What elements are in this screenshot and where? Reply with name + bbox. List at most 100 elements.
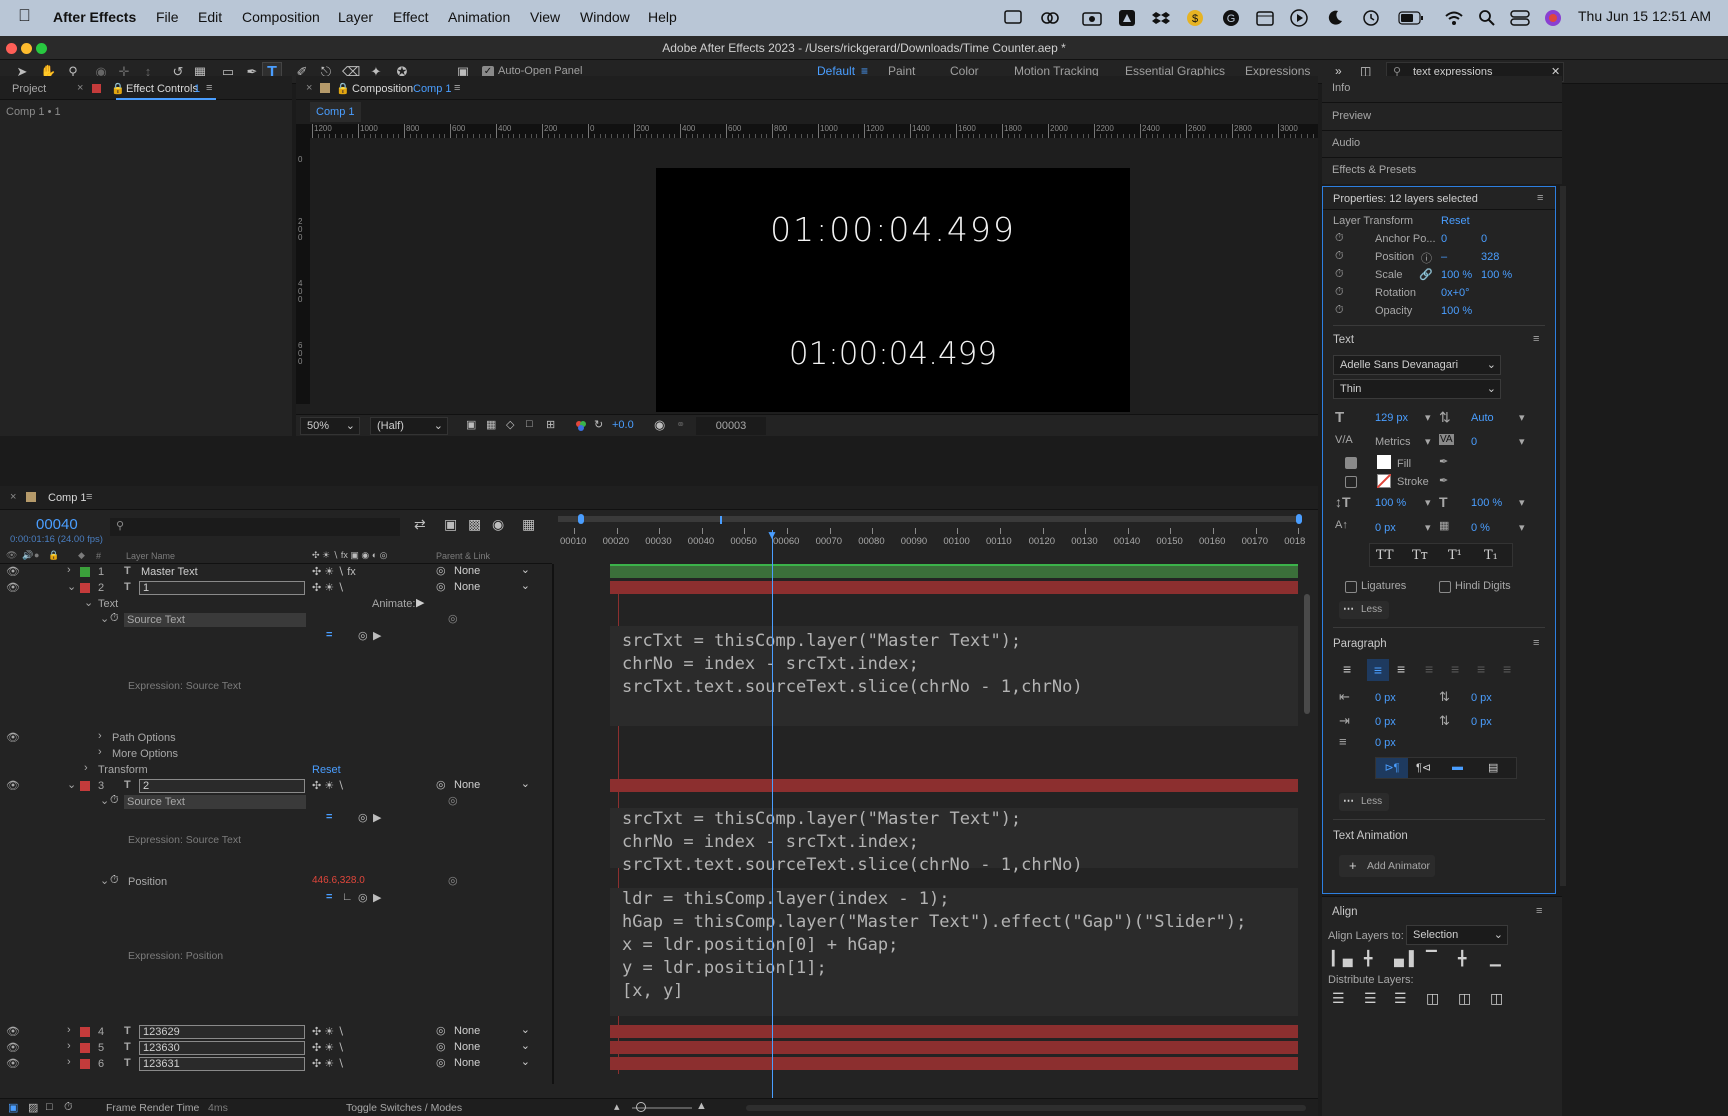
leading-value[interactable]: Auto — [1471, 412, 1494, 424]
chevron-down-icon[interactable]: ▾ — [1425, 496, 1431, 509]
baseline-shift-value[interactable]: 0 px — [1375, 522, 1396, 534]
source-text-label[interactable]: Source Text — [124, 613, 306, 627]
panel-menu-icon[interactable]: ≡ — [1537, 192, 1543, 204]
lock-icon[interactable]: 🔒 — [111, 82, 125, 95]
expression-enable-icon[interactable]: = — [326, 891, 332, 903]
frame-blending-icon[interactable]: ◉ — [492, 516, 504, 533]
time-ruler[interactable]: 00010 00020 00030 00040 00050 00060 00070 00080… — [554, 510, 1318, 564]
expression-enable-icon[interactable]: = — [326, 629, 332, 641]
graph-editor-icon[interactable]: ▦ — [522, 516, 535, 533]
menubar-clock[interactable]: Thu Jun 15 12:51 AM — [1578, 8, 1711, 24]
chevron-down-icon[interactable]: ▾ — [1519, 521, 1525, 534]
all-caps-button[interactable]: TT — [1376, 548, 1394, 563]
minimize-window-icon[interactable] — [21, 43, 32, 54]
parent-dropdown[interactable]: None ⌄ — [454, 1024, 530, 1039]
expand-chevron-icon[interactable]: › — [67, 1024, 71, 1036]
parent-dropdown[interactable]: None ⌄ — [454, 564, 530, 579]
layer-name[interactable]: 123631 — [139, 1057, 305, 1071]
close-tab-icon[interactable]: × — [77, 82, 83, 94]
font-style-dropdown[interactable]: Thin ⌄ — [1333, 379, 1501, 399]
layer-name-column-header[interactable]: Layer Name — [126, 551, 175, 561]
layer-label-swatch[interactable] — [80, 567, 90, 577]
composition-flowchart-icon[interactable]: ⇄ — [414, 516, 426, 533]
menu-effect[interactable]: Effect — [393, 9, 429, 25]
expression-graph-icon[interactable]: ∟ — [342, 891, 353, 903]
distribute-right-icon[interactable]: ◫ — [1490, 990, 1503, 1007]
superscript-button[interactable]: T¹ — [1448, 548, 1462, 563]
expression-pickwhip-icon[interactable]: ◎ — [358, 891, 368, 904]
siri-icon[interactable] — [1544, 9, 1562, 27]
eyedropper-icon[interactable]: ✒ — [1439, 474, 1448, 487]
menu-app-name[interactable]: After Effects — [53, 9, 136, 25]
justify-all-icon[interactable]: ≡ — [1503, 661, 1511, 677]
close-tab-icon[interactable]: × — [306, 82, 312, 94]
panel-info[interactable]: Info — [1332, 82, 1350, 94]
pickwhip-icon[interactable]: ◎ — [436, 580, 446, 593]
composer-icon[interactable]: ▬ — [1452, 761, 1463, 773]
chevron-down-icon[interactable]: ▾ — [1519, 435, 1525, 448]
layer-bar-1[interactable] — [610, 565, 1298, 578]
distribute-top-icon[interactable]: ☰ — [1332, 990, 1345, 1007]
toggle-in-out-icon[interactable]: □ — [46, 1101, 53, 1113]
transform-reset-link[interactable]: Reset — [312, 764, 341, 776]
font-family-dropdown[interactable]: Adelle Sans Devanagari ⌄ — [1333, 355, 1501, 375]
close-window-icon[interactable] — [6, 43, 17, 54]
stopwatch-icon[interactable]: ⏱ — [1335, 304, 1344, 317]
tab-composition[interactable]: Composition — [352, 83, 413, 95]
parent-dropdown[interactable]: None ⌄ — [454, 1056, 530, 1071]
expand-chevron-icon[interactable]: ⌄ — [84, 596, 93, 609]
work-area-start-handle[interactable] — [578, 514, 584, 524]
toggle-render-time-icon[interactable]: ⏱ — [64, 1101, 73, 1114]
layer-label-swatch[interactable] — [80, 1059, 90, 1069]
pickwhip-icon[interactable]: ◎ — [436, 564, 446, 577]
fill-checkbox[interactable] — [1345, 457, 1357, 469]
fast-preview-icon[interactable]: ▣ — [466, 418, 476, 431]
vertical-scale-value[interactable]: 100 % — [1375, 497, 1406, 509]
layer-label-swatch[interactable] — [80, 781, 90, 791]
expression-language-menu-icon[interactable]: ▶ — [373, 811, 381, 824]
stopwatch-icon[interactable]: ⏱ — [1335, 232, 1344, 245]
dropbox-icon[interactable] — [1152, 10, 1170, 26]
work-area-end-handle[interactable] — [1296, 514, 1302, 524]
align-left-edges-icon[interactable]: ▎▄ — [1332, 950, 1353, 967]
align-right-icon[interactable]: ≡ — [1397, 661, 1405, 677]
timeline-search-input[interactable]: ⚲ — [110, 518, 400, 536]
snapshot-camera-icon[interactable]: ◉ — [654, 417, 665, 433]
ltr-direction-icon[interactable]: ⊳¶ — [1376, 758, 1408, 778]
grid-guides-icon[interactable]: ⊞ — [546, 418, 555, 431]
expand-chevron-icon[interactable]: ⌄ — [100, 794, 109, 807]
parent-dropdown[interactable]: None ⌄ — [454, 580, 530, 595]
video-column-icon[interactable]: 👁 — [6, 550, 17, 561]
stopwatch-icon[interactable]: ⏱ — [110, 874, 119, 887]
zoom-out-icon[interactable]: ▴ — [614, 1100, 620, 1113]
layer-row-2[interactable]: 👁 ⌄ 2 T 1 ✣ ☀ ∖ ◎ None ⌄ — [0, 580, 608, 596]
draft-3d-icon[interactable]: ▣ — [444, 516, 457, 533]
channel-icon[interactable] — [574, 420, 588, 432]
pickwhip-icon[interactable]: ◎ — [448, 612, 458, 625]
panel-audio[interactable]: Audio — [1332, 137, 1360, 149]
fill-color-swatch[interactable] — [1377, 455, 1391, 469]
anchor-y-value[interactable]: 0 — [1481, 233, 1487, 245]
pickwhip-icon[interactable]: ◎ — [436, 1040, 446, 1053]
position-row[interactable]: ⌄ ⏱ Position 446.6,328.0 ◎ — [0, 874, 608, 890]
layer-row-5[interactable]: 👁 › 5 T 123630 ✣ ☀ ∖ ◎ None ⌄ — [0, 1040, 608, 1056]
opacity-value[interactable]: 100 % — [1441, 305, 1472, 317]
transform-reset-button[interactable]: Reset — [1441, 215, 1470, 227]
panel-menu-icon[interactable]: ≡ — [1533, 333, 1539, 345]
stopwatch-icon[interactable]: ⏱ — [1335, 250, 1344, 263]
panel-preview[interactable]: Preview — [1332, 110, 1371, 122]
layer-switches[interactable]: ✣ ☀ ∖ — [312, 581, 344, 594]
control-center-icon[interactable] — [1510, 9, 1530, 27]
composition-canvas[interactable]: 01:00:04.499 01:00:04.499 — [656, 168, 1130, 412]
rotation-value[interactable]: 0x+0° — [1441, 287, 1470, 299]
distribute-vcenter-icon[interactable]: ☰ — [1364, 990, 1377, 1007]
eye-icon[interactable]: 👁 — [6, 779, 20, 792]
expression-code[interactable]: srcTxt = thisComp.layer("Master Text"); c… — [622, 808, 1083, 877]
expression-editor-source-text-2[interactable]: srcTxt = thisComp.layer("Master Text"); c… — [610, 808, 1298, 875]
timeline-divider[interactable] — [552, 564, 554, 1084]
timeline-vertical-scrollbar[interactable] — [1304, 594, 1310, 714]
zoom-dropdown[interactable]: 50% ⌄ — [300, 417, 360, 435]
justify-right-icon[interactable]: ≡ — [1477, 661, 1485, 677]
eye-icon[interactable]: 👁 — [6, 581, 20, 594]
panel-menu-icon[interactable]: ≡ — [1536, 905, 1542, 917]
